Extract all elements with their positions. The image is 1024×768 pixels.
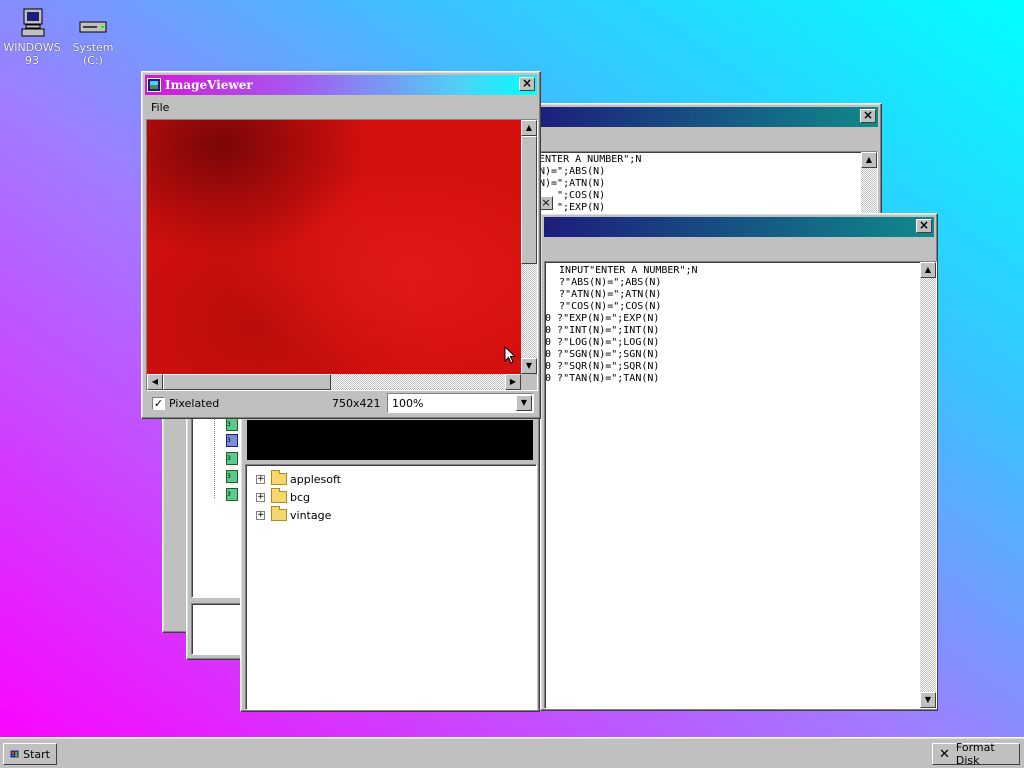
code-line: 80 ?"SQR(N)=";SQR(N)	[544, 361, 660, 372]
tree-item-label: applesoft	[290, 472, 341, 486]
code-line: ?"ATN(N)=";ATN(N)	[547, 289, 662, 300]
zoom-value: 100%	[392, 397, 424, 410]
scroll-down-icon[interactable]: ▼	[521, 358, 537, 374]
tree-item-label: bcg	[290, 490, 311, 504]
script-file-icon[interactable]: 3	[226, 418, 238, 431]
code-window-front[interactable]: × INPUT"ENTER A NUMBER";N ?"ABS(N)=";ABS…	[540, 213, 938, 711]
code-line: 90 ?"TAN(N)=";TAN(N)	[544, 373, 660, 384]
code-line: 40 ?"EXP(N)=";EXP(N)	[544, 313, 660, 324]
code-line: ";COS(N)	[557, 190, 606, 201]
scroll-thumb[interactable]	[521, 136, 537, 264]
code-line: ?"ABS(N)=";ABS(N)	[547, 277, 662, 288]
scroll-up-icon[interactable]: ▲	[521, 120, 537, 136]
script-file-icon[interactable]: 3	[226, 488, 238, 501]
zoom-select[interactable]: 100% ▼	[387, 393, 534, 413]
close-icon[interactable]: ×	[539, 196, 553, 210]
taskbar: Start ✕ Format Disk	[0, 737, 1024, 768]
explorer-window[interactable]: + applesoft + bcg + vintage	[240, 410, 540, 712]
code-line: N)=";ATN(N)	[539, 178, 606, 189]
close-icon[interactable]: ×	[860, 109, 876, 123]
folder-icon	[271, 488, 287, 503]
vertical-scrollbar[interactable]: ▲ ▼	[521, 120, 537, 374]
image-viewer-window[interactable]: ImageViewer × File ▲ ▼ ◀ ▶ ✓ Pixelated 7…	[141, 71, 541, 419]
drive-icon	[79, 21, 107, 33]
computer-icon	[21, 8, 45, 37]
image-viewer-app-icon	[147, 78, 161, 92]
code-editor-front[interactable]: INPUT"ENTER A NUMBER";N ?"ABS(N)=";ABS(N…	[544, 261, 937, 709]
expand-icon[interactable]: +	[256, 510, 265, 520]
expand-icon[interactable]: +	[256, 474, 265, 484]
folder-icon	[271, 506, 287, 521]
start-label: Start	[23, 747, 50, 761]
code-line: 70 ?"SGN(N)=";SGN(N)	[544, 349, 660, 360]
menu-file[interactable]: File	[151, 101, 169, 114]
tree-item-applesoft[interactable]: + applesoft	[256, 470, 341, 488]
code-line: ?"COS(N)=";COS(N)	[547, 301, 662, 312]
scroll-right-icon[interactable]: ▶	[505, 374, 521, 390]
window-title: ImageViewer	[165, 78, 253, 92]
close-icon[interactable]: ×	[519, 77, 535, 91]
tree-item-bcg[interactable]: + bcg	[256, 488, 310, 506]
desktop-icon-system-c[interactable]: System (C:)	[61, 8, 125, 67]
scroll-left-icon[interactable]: ◀	[147, 374, 163, 390]
code-line: INPUT"ENTER A NUMBER";N	[547, 265, 698, 276]
displayed-image	[147, 120, 521, 374]
code-line: N)=";ABS(N)	[539, 166, 606, 177]
scroll-corner	[521, 374, 537, 390]
desktop-icon-label: WINDOWS 93	[3, 41, 61, 67]
image-dimensions: 750x421	[332, 397, 381, 410]
code-window-back[interactable]: × ENTER A NUMBER";N N)=";ABS(N) N)=";ATN…	[532, 103, 882, 223]
image-viewer-statusbar: ✓ Pixelated 750x421 100% ▼	[146, 393, 536, 415]
script-file-icon[interactable]: 3	[226, 434, 238, 447]
code-window-front-titlebar[interactable]: ×	[544, 217, 934, 237]
start-button[interactable]: Start	[3, 743, 57, 765]
code-line: 50 ?"INT(N)=";INT(N)	[544, 325, 660, 336]
close-icon: ✕	[939, 746, 950, 762]
tree-item-vintage[interactable]: + vintage	[256, 506, 331, 524]
expand-icon[interactable]: +	[256, 492, 265, 502]
image-viewer-titlebar[interactable]: ImageViewer ×	[145, 75, 537, 95]
script-file-icon[interactable]: 3	[226, 452, 238, 465]
explorer-preview-black	[247, 420, 533, 460]
windows-logo-icon	[10, 750, 19, 758]
chevron-down-icon[interactable]: ▼	[516, 395, 532, 411]
tree-item-label: vintage	[290, 508, 332, 522]
script-file-icon[interactable]: 3	[226, 470, 238, 483]
vertical-scrollbar[interactable]: ▲ ▼	[920, 262, 936, 708]
menubar: File	[145, 98, 535, 116]
pixelated-checkbox[interactable]: ✓	[152, 397, 165, 410]
close-icon[interactable]: ×	[916, 219, 932, 233]
folder-tree[interactable]: + applesoft + bcg + vintage	[245, 464, 537, 710]
pixelated-label: Pixelated	[169, 397, 220, 410]
horizontal-scrollbar[interactable]: ◀ ▶	[147, 374, 521, 390]
mouse-cursor-icon	[504, 346, 516, 364]
code-window-back-titlebar[interactable]: ×	[536, 107, 878, 127]
vertical-scrollbar[interactable]: ▲	[861, 152, 877, 222]
desktop-icon-windows93[interactable]: WINDOWS 93	[0, 8, 64, 67]
folder-icon	[271, 470, 287, 485]
desktop-icon-label: System (C:)	[72, 41, 114, 67]
scroll-up-icon[interactable]: ▲	[920, 262, 936, 278]
format-disk-label: Format Disk	[955, 741, 995, 767]
scroll-down-icon[interactable]: ▼	[920, 692, 936, 708]
code-line: 60 ?"LOG(N)=";LOG(N)	[544, 337, 660, 348]
image-viewport[interactable]: ▲ ▼ ◀ ▶	[146, 119, 538, 391]
scroll-up-icon[interactable]: ▲	[861, 152, 877, 168]
code-line: ENTER A NUMBER";N	[539, 154, 642, 165]
format-disk-button[interactable]: ✕ Format Disk	[932, 741, 1020, 767]
scroll-thumb[interactable]	[163, 374, 331, 390]
tree-line	[214, 414, 216, 498]
